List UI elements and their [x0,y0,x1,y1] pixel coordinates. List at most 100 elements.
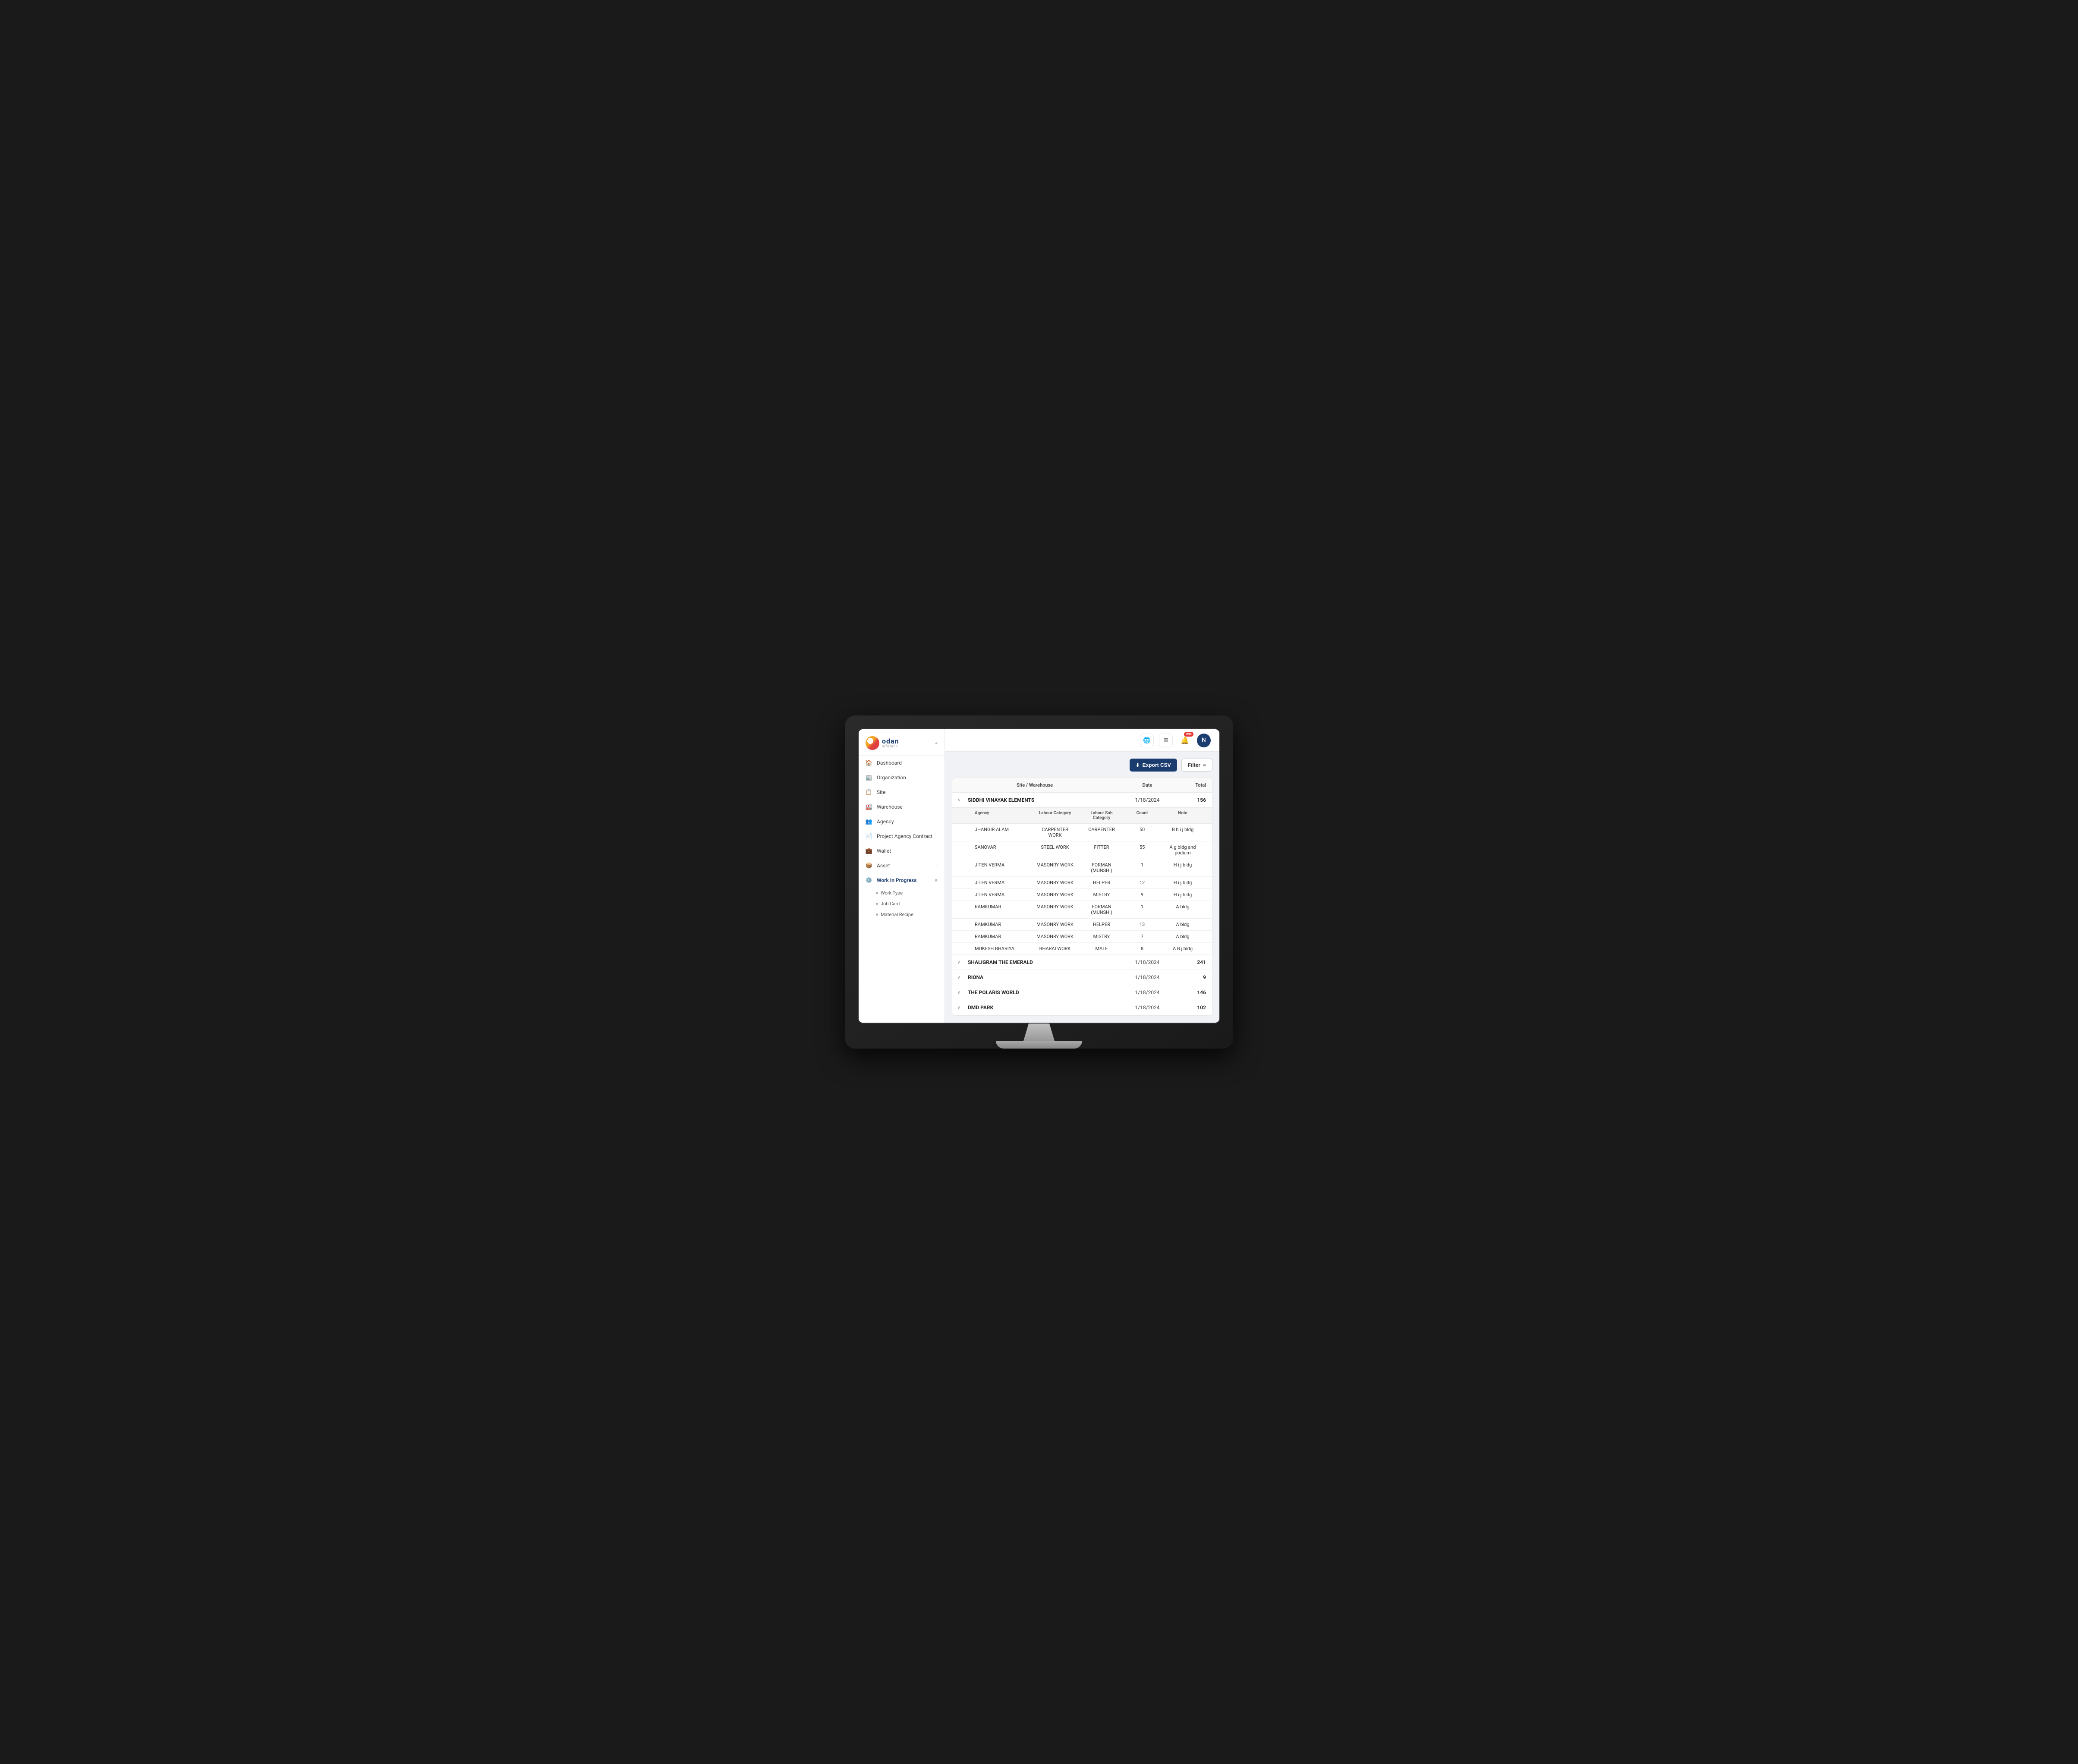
cell-count: 7 [1125,931,1159,942]
logo-icon [866,736,879,750]
cell-agency: MUKESH BHARIYA [971,943,1032,954]
group-chevron-down: ∨ [952,960,965,965]
data-table: Site / Warehouse Date Total ∧ SIDDHI VIN… [952,778,1212,1016]
sidebar-item-wallet[interactable]: 💼 Wallet [859,844,945,858]
filter-button[interactable]: Filter ≡ [1181,759,1212,772]
cell-agency: JITEN VERMA [971,877,1032,888]
sub-table-header: Agency Labour Category Labour Sub Catego… [952,808,1212,824]
table-row: JITEN VERMA MASONRY WORK MISTRY 9 H i j … [952,889,1212,901]
sidebar-item-label: Work In Progress [877,877,916,883]
cell-labour-sub: FORMAN (MUNSHI) [1078,859,1125,876]
group-date: 1/18/2024 [1117,959,1178,965]
sidebar-item-label: Warehouse [877,804,903,810]
group-chevron-down: ∨ [952,975,965,980]
sidebar-item-label: Agency [877,819,894,825]
cell-agency: RAMKUMAR [971,931,1032,942]
wip-expand-icon: ∨ [935,878,938,883]
asset-expand-icon: › [936,863,938,868]
cell-labour-cat: MASONRY WORK [1032,931,1078,942]
sidebar-item-organization[interactable]: 🏢 Organization [859,770,945,785]
sub-col-note: Note [1159,808,1206,823]
group-total: 241 [1178,959,1212,965]
contract-icon: 📄 [866,833,872,840]
group-row-dmd[interactable]: ∨ DMD PARK 1/18/2024 102 [952,1000,1212,1015]
sub-col-agency: Agency [971,808,1032,823]
group-total: 9 [1178,974,1212,980]
wip-icon: ⚙️ [866,877,872,884]
sidebar-item-warehouse[interactable]: 🏭 Warehouse [859,800,945,814]
sidebar-sub-material-recipe[interactable]: Material Recipe [859,909,945,920]
logo-area: odan infotech « [859,729,945,756]
sidebar-sub-job-card[interactable]: Job Card [859,898,945,909]
group-date: 1/18/2024 [1117,974,1178,980]
export-icon: ⬇ [1136,762,1140,768]
cell-note: H i j bldg [1159,859,1206,876]
logo: odan infotech [866,736,899,750]
cell-labour-cat: MASONRY WORK [1032,877,1078,888]
content-area: ⬇ Export CSV Filter ≡ Site / Warehouse [945,752,1219,1023]
cell-labour-sub: MALE [1078,943,1125,954]
sidebar-item-work-in-progress[interactable]: ⚙️ Work In Progress ∨ [859,873,945,888]
cell-count: 9 [1125,889,1159,901]
filter-icon: ≡ [1203,762,1206,768]
sidebar-item-project-agency-contract[interactable]: 📄 Project Agency Contract [859,829,945,844]
cell-labour-cat: BHARAI WORK [1032,943,1078,954]
sidebar: odan infotech « 🏠 Dashboard 🏢 Organizati… [859,729,945,1023]
dashboard-icon: 🏠 [866,759,872,766]
cell-labour-cat: MASONRY WORK [1032,859,1078,876]
group-row-riona[interactable]: ∨ RIONA 1/18/2024 9 [952,970,1212,985]
cell-count: 8 [1125,943,1159,954]
group-name: THE POLARIS WORLD [965,989,1117,995]
site-icon: 📋 [866,789,872,796]
cell-labour-sub: HELPER [1078,919,1125,930]
sidebar-item-asset[interactable]: 📦 Asset › [859,858,945,873]
notification-button[interactable]: 🔔 99+ [1178,734,1192,747]
group-total: 146 [1178,989,1212,995]
col-total: Total [1178,778,1212,792]
notification-badge: 99+ [1184,732,1193,737]
collapse-icon[interactable]: « [935,740,938,746]
sidebar-item-label: Wallet [877,848,891,854]
table-header: Site / Warehouse Date Total [952,778,1212,793]
mail-icon: ✉ [1163,737,1168,744]
group-total: 156 [1178,797,1212,803]
cell-labour-cat: CARPENTER WORK [1032,824,1078,841]
cell-count: 1 [1125,859,1159,876]
dot-icon [876,914,878,916]
sidebar-item-agency[interactable]: 👥 Agency [859,814,945,829]
group-date: 1/18/2024 [1117,989,1178,995]
table-row: RAMKUMAR MASONRY WORK FORMAN (MUNSHI) 1 … [952,901,1212,919]
cell-labour-sub: MISTRY [1078,931,1125,942]
sidebar-sub-work-type[interactable]: Work Type [859,888,945,898]
export-csv-button[interactable]: ⬇ Export CSV [1130,759,1177,772]
group-name: SIDDHI VINAYAK ELEMENTS [965,797,1117,803]
cell-count: 13 [1125,919,1159,930]
sidebar-sub-label: Work Type [881,890,903,896]
cell-labour-sub: HELPER [1078,877,1125,888]
group-row-shaligram[interactable]: ∨ SHALIGRAM THE EMERALD 1/18/2024 241 [952,955,1212,970]
avatar-button[interactable]: N [1197,734,1211,747]
mail-button[interactable]: ✉ [1159,734,1173,747]
sidebar-item-label: Organization [877,775,906,781]
sidebar-item-site[interactable]: 📋 Site [859,785,945,800]
sidebar-item-label: Site [877,789,885,795]
cell-labour-sub: CARPENTER [1078,824,1125,841]
sidebar-item-dashboard[interactable]: 🏠 Dashboard [859,756,945,770]
cell-labour-cat: MASONRY WORK [1032,901,1078,918]
table-row: SANOVAR STEEL WORK FITTER 55 A g bldg an… [952,841,1212,859]
group-date: 1/18/2024 [1117,797,1178,803]
sub-col-labour-cat: Labour Category [1032,808,1078,823]
cell-labour-sub: FORMAN (MUNSHI) [1078,901,1125,918]
monitor-stand [858,1024,1220,1049]
sub-col-labour-sub: Labour Sub Category [1078,808,1125,823]
stand-base [996,1041,1082,1049]
dot-icon [876,892,878,894]
group-name: SHALIGRAM THE EMERALD [965,959,1117,965]
translate-button[interactable]: 🌐 [1140,734,1154,747]
cell-agency: SANOVAR [971,841,1032,859]
group-chevron-down: ∨ [952,990,965,995]
cell-note: A B j bldg [1159,943,1206,954]
group-row-siddhi[interactable]: ∧ SIDDHI VINAYAK ELEMENTS 1/18/2024 156 [952,793,1212,808]
group-date: 1/18/2024 [1117,1005,1178,1011]
group-row-polaris[interactable]: ∨ THE POLARIS WORLD 1/18/2024 146 [952,985,1212,1000]
